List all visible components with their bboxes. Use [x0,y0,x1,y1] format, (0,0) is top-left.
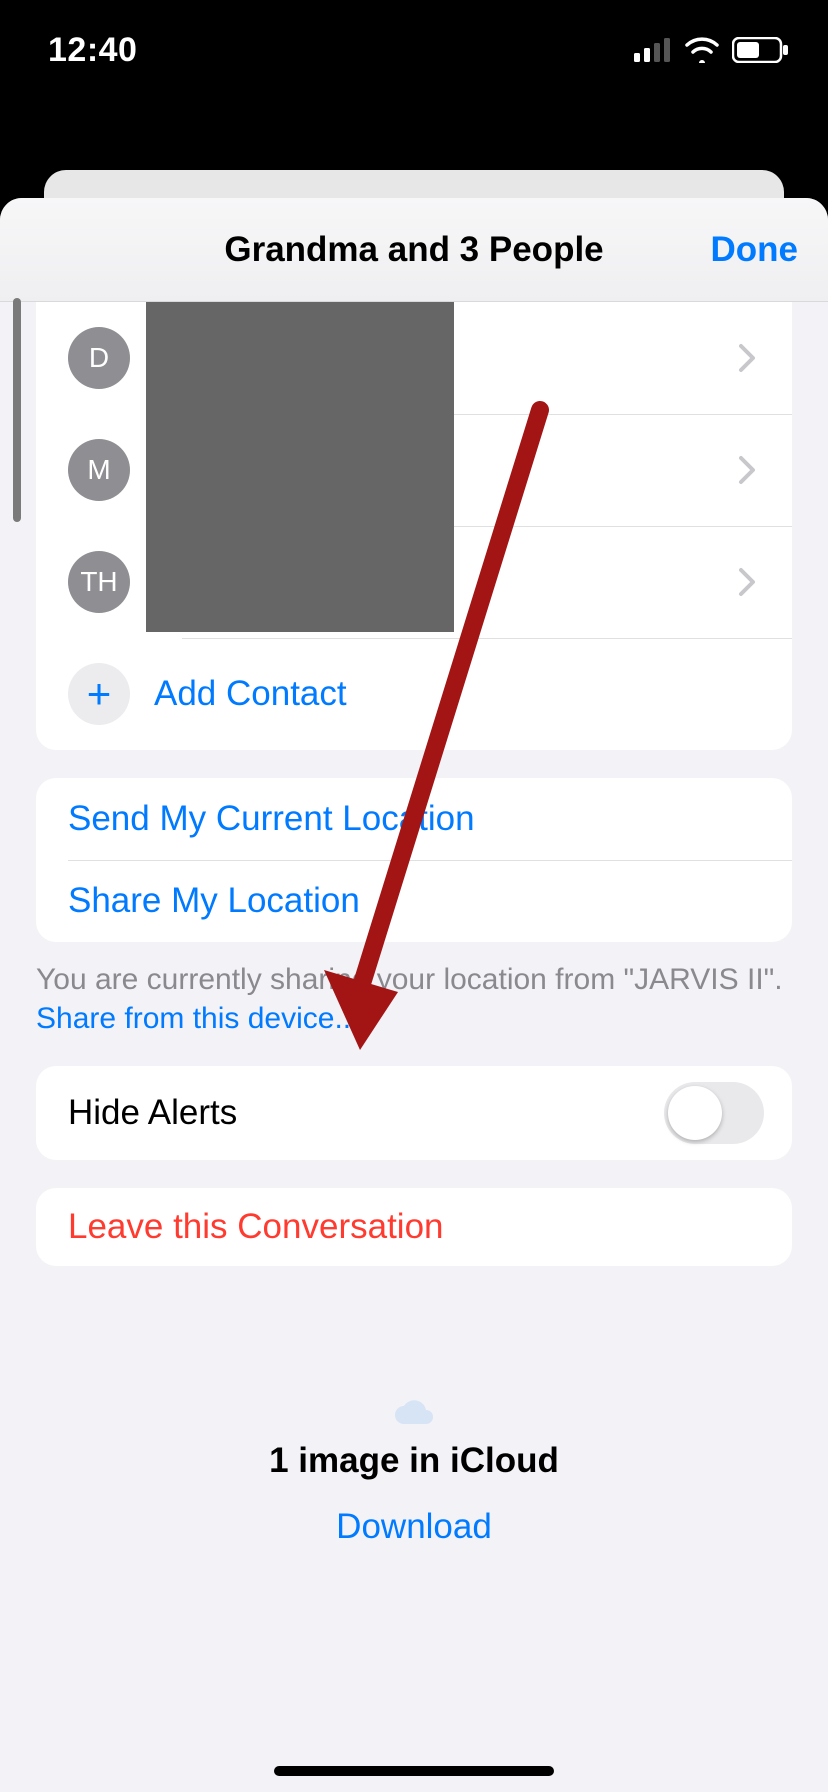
chevron-right-icon [738,455,756,485]
icloud-title: 1 image in iCloud [0,1441,828,1481]
icloud-images-block: 1 image in iCloud Download [0,1396,828,1547]
modal-title: Grandma and 3 People [224,230,603,270]
wifi-icon [684,37,720,63]
redaction-overlay [146,302,454,632]
status-icons [634,37,790,63]
share-location-button[interactable]: Share My Location [36,860,792,942]
status-time: 12:40 [48,31,137,70]
avatar: TH [68,551,130,613]
alerts-section: Hide Alerts [36,1066,792,1160]
hide-alerts-toggle[interactable] [664,1082,764,1144]
leave-conversation-button[interactable]: Leave this Conversation [36,1188,792,1266]
plus-icon: + [68,663,130,725]
toggle-knob [668,1086,722,1140]
location-sharing-note: You are currently sharing your location … [36,960,792,1038]
chevron-right-icon [738,343,756,373]
note-text: You are currently sharing your location … [36,963,783,996]
cellular-icon [634,38,672,62]
hide-alerts-label: Hide Alerts [68,1093,237,1133]
send-location-button[interactable]: Send My Current Location [36,778,792,860]
chevron-right-icon [738,567,756,597]
scroll-indicator [13,298,21,522]
status-bar: 12:40 [0,0,828,100]
battery-icon [732,37,790,63]
location-section: Send My Current Location Share My Locati… [36,778,792,942]
add-contact-label: Add Contact [154,674,347,714]
leave-section: Leave this Conversation [36,1188,792,1266]
add-contact-row[interactable]: + Add Contact [36,638,792,750]
avatar: D [68,327,130,389]
contacts-section: D M TH + Add Contact [36,302,792,750]
hide-alerts-row: Hide Alerts [36,1066,792,1160]
modal-header: Grandma and 3 People Done [0,198,828,302]
share-from-device-link[interactable]: Share from this device... [36,1002,359,1035]
home-indicator [274,1766,554,1776]
group-details-modal: Grandma and 3 People Done D M TH + Add C… [0,198,828,1792]
avatar: M [68,439,130,501]
cloud-icon [393,1396,435,1426]
done-button[interactable]: Done [711,198,799,301]
download-button[interactable]: Download [0,1507,828,1547]
